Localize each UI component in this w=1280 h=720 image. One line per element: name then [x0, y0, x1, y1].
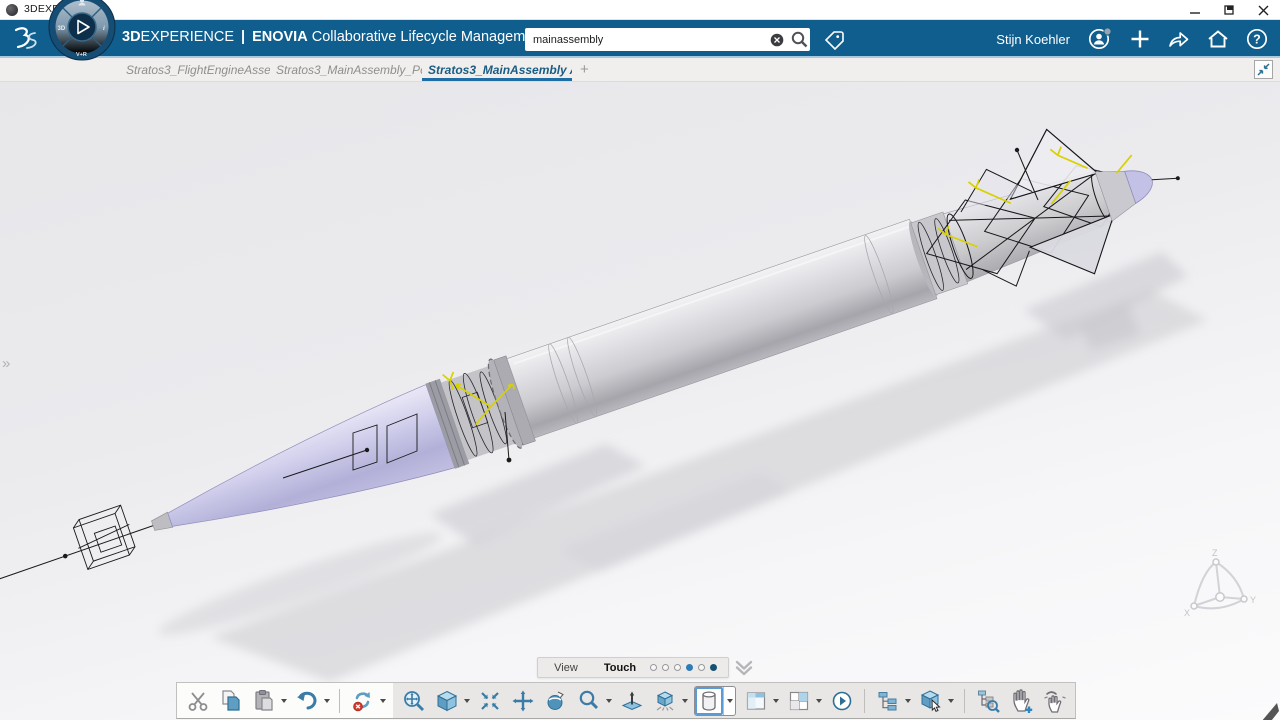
- tab-main-assembly-post[interactable]: Stratos3_MainAssembly_PostS: [270, 58, 422, 81]
- triad-y-label: Y: [1250, 595, 1256, 605]
- search-input[interactable]: [525, 34, 766, 46]
- render-style-active-tool: [694, 686, 736, 716]
- tree-structure-dropdown-caret[interactable]: [905, 699, 911, 703]
- tag-icon[interactable]: [822, 28, 846, 52]
- zoom-icon[interactable]: [575, 687, 602, 715]
- undo-dropdown-caret[interactable]: [324, 699, 330, 703]
- view-modes-icon[interactable]: [651, 687, 678, 715]
- user-avatar-icon[interactable]: [1087, 26, 1113, 52]
- select-box-icon[interactable]: [917, 687, 944, 715]
- render-style-dropdown-caret[interactable]: [723, 687, 735, 715]
- tree-structure-icon[interactable]: [874, 687, 901, 715]
- zoom-dropdown-caret[interactable]: [606, 699, 612, 703]
- select-box-dropdown-caret[interactable]: [948, 699, 954, 703]
- view-button[interactable]: View: [538, 662, 594, 674]
- normal-to-icon[interactable]: [618, 687, 645, 715]
- collapse-window-button[interactable]: [1254, 60, 1273, 79]
- svg-text:?: ?: [1253, 33, 1261, 47]
- page-dot-2[interactable]: [662, 664, 669, 671]
- toolbar-group-select: [968, 683, 1075, 718]
- axis-triad[interactable]: Z X Y: [1184, 548, 1256, 618]
- close-button[interactable]: [1246, 0, 1280, 20]
- user-name[interactable]: Stijn Koehler: [996, 32, 1070, 47]
- search-box: [525, 28, 810, 51]
- window-layout-icon[interactable]: [742, 687, 769, 715]
- toolbar-group-edit: [177, 683, 393, 718]
- help-icon[interactable]: ?: [1246, 28, 1268, 50]
- 3d-viewport[interactable]: Z X Y » View Touch: [0, 82, 1280, 720]
- cut-icon[interactable]: [184, 687, 211, 715]
- center-all-icon[interactable]: [476, 687, 503, 715]
- compass-south-label[interactable]: V+R: [76, 52, 87, 58]
- more-tools-icon[interactable]: [828, 687, 855, 715]
- paste-dropdown-caret[interactable]: [281, 699, 287, 703]
- iso-view-icon[interactable]: [433, 687, 460, 715]
- zoom-fit-icon[interactable]: [400, 687, 427, 715]
- page-dot-1[interactable]: [650, 664, 657, 671]
- triad-x-label: X: [1184, 608, 1190, 618]
- view-modes-dropdown-caret[interactable]: [682, 699, 688, 703]
- tab-flight-engine-assembly[interactable]: Stratos3_FlightEngineAssembl: [120, 58, 270, 81]
- window-titlebar: 3DEXPERIENCE: [0, 0, 1280, 20]
- nose-cone[interactable]: [156, 385, 455, 562]
- render-style-icon[interactable]: [695, 687, 723, 715]
- new-tab-button[interactable]: +: [572, 58, 597, 81]
- corner-resize-mark[interactable]: [1256, 703, 1279, 720]
- 3d-scene-rocket-assembly[interactable]: Z X Y: [0, 82, 1280, 720]
- action-toolbar: [176, 682, 1076, 719]
- iso-view-dropdown-caret[interactable]: [464, 699, 470, 703]
- view-touch-bar: View Touch: [537, 657, 729, 678]
- minimize-button[interactable]: [1178, 0, 1212, 20]
- page-dot-5[interactable]: [698, 664, 705, 671]
- window-layout-dropdown-caret[interactable]: [773, 699, 779, 703]
- clear-search-icon[interactable]: [766, 33, 788, 47]
- update-dropdown-caret[interactable]: [380, 699, 386, 703]
- add-content-icon[interactable]: [1130, 29, 1150, 49]
- toolbar-group-view: [393, 683, 961, 718]
- page-dot-4-active[interactable]: [686, 664, 693, 671]
- undo-icon[interactable]: [293, 687, 320, 715]
- nose-constraint-wireframe: [70, 505, 139, 571]
- rotate-icon[interactable]: [542, 687, 569, 715]
- home-icon[interactable]: [1207, 29, 1229, 49]
- search-icon[interactable]: [788, 31, 810, 48]
- share-icon[interactable]: [1167, 29, 1190, 49]
- document-tabbar: Stratos3_FlightEngineAssembl Stratos3_Ma…: [0, 58, 1280, 82]
- maximize-button[interactable]: [1212, 0, 1246, 20]
- app-title: 3DEXPERIENCE|ENOVIA Collaborative Lifecy…: [122, 29, 545, 45]
- page-dot-6[interactable]: [710, 664, 717, 671]
- 3dexperience-compass[interactable]: 3D i V+R: [47, 0, 117, 62]
- page-dots: [650, 664, 717, 671]
- gesture-select-icon[interactable]: [1041, 687, 1068, 715]
- select-add-icon[interactable]: [1008, 687, 1035, 715]
- touch-button[interactable]: Touch: [594, 662, 646, 674]
- quad-view-icon[interactable]: [785, 687, 812, 715]
- quad-view-dropdown-caret[interactable]: [816, 699, 822, 703]
- update-icon[interactable]: [349, 687, 376, 715]
- dassault-systemes-logo-icon[interactable]: [8, 25, 42, 58]
- app-icon: [6, 4, 18, 16]
- pan-icon[interactable]: [509, 687, 536, 715]
- triad-z-label: Z: [1212, 548, 1218, 558]
- tab-main-assembly-active[interactable]: Stratos3_MainAssembly A.1: [422, 58, 572, 81]
- app-header: 3DEXPERIENCE|ENOVIA Collaborative Lifecy…: [0, 20, 1280, 58]
- tree-search-icon[interactable]: [975, 687, 1002, 715]
- compass-west-label[interactable]: 3D: [58, 26, 66, 32]
- paste-icon[interactable]: [250, 687, 277, 715]
- collapse-chevron-icon[interactable]: [734, 658, 754, 682]
- copy-icon[interactable]: [217, 687, 244, 715]
- compass-east-label[interactable]: i: [103, 25, 105, 32]
- page-dot-3[interactable]: [674, 664, 681, 671]
- panel-expander-chevrons[interactable]: »: [2, 356, 10, 371]
